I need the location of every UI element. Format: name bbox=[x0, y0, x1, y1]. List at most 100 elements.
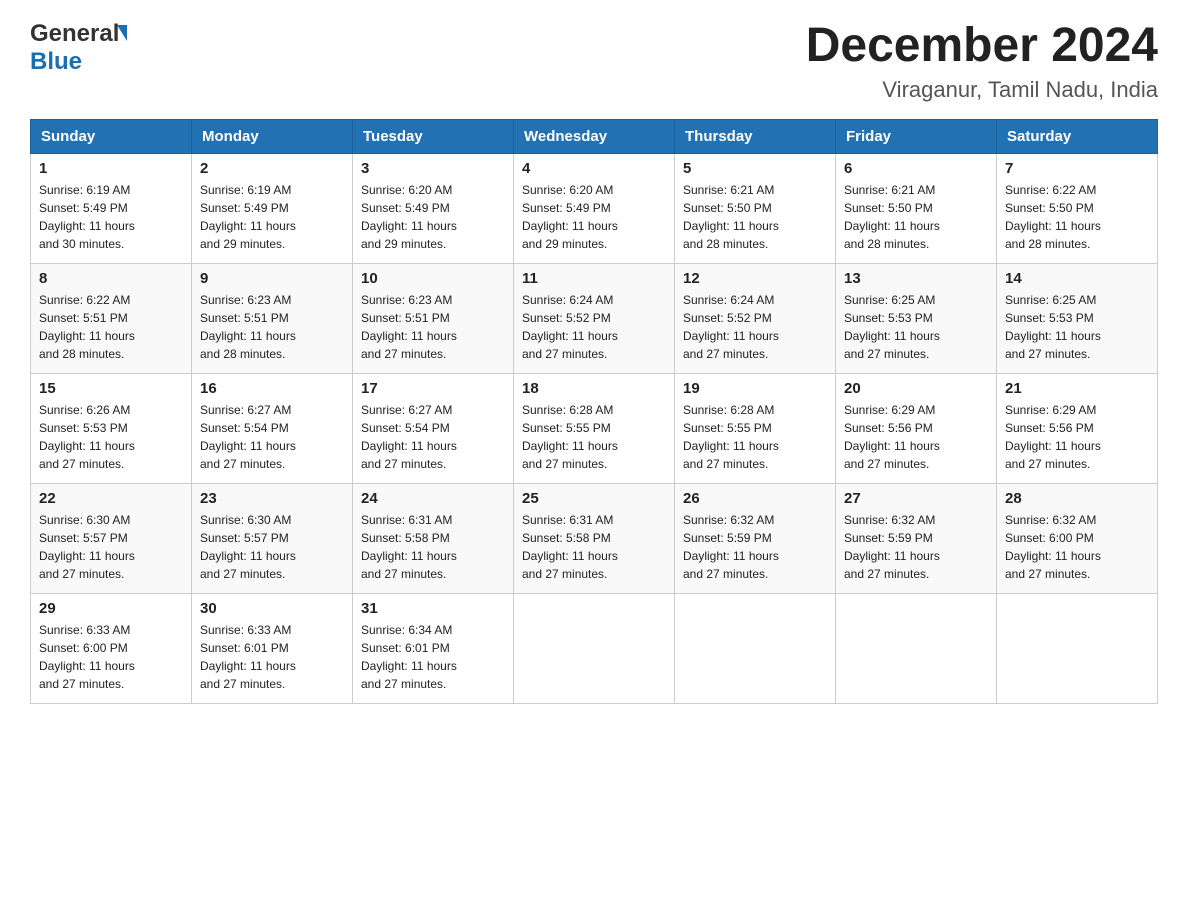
calendar-cell: 17 Sunrise: 6:27 AM Sunset: 5:54 PM Dayli… bbox=[353, 373, 514, 483]
day-number: 3 bbox=[361, 160, 505, 177]
calendar-cell: 29Sunrise: 6:33 AM Sunset: 6:00 PM Dayli… bbox=[31, 593, 192, 703]
day-number: 25 bbox=[522, 490, 666, 507]
day-info: Sunrise: 6:21 AM Sunset: 5:50 PM Dayligh… bbox=[683, 181, 827, 253]
day-info: Sunrise: 6:29 AM Sunset: 5:56 PM Dayligh… bbox=[1005, 401, 1149, 473]
calendar-cell bbox=[675, 593, 836, 703]
logo-arrow-icon bbox=[117, 25, 127, 41]
calendar-cell bbox=[997, 593, 1158, 703]
day-number: 5 bbox=[683, 160, 827, 177]
day-number: 4 bbox=[522, 160, 666, 177]
day-number: 18 bbox=[522, 380, 666, 397]
day-number: 24 bbox=[361, 490, 505, 507]
day-number: 31 bbox=[361, 600, 505, 617]
calendar-week-row: 29Sunrise: 6:33 AM Sunset: 6:00 PM Dayli… bbox=[31, 593, 1158, 703]
day-info: Sunrise: 6:19 AM Sunset: 5:49 PM Dayligh… bbox=[39, 181, 183, 253]
day-info: Sunrise: 6:24 AM Sunset: 5:52 PM Dayligh… bbox=[522, 291, 666, 363]
day-number: 9 bbox=[200, 270, 344, 287]
logo-general-text: General bbox=[30, 20, 119, 48]
weekday-header-saturday: Saturday bbox=[997, 119, 1158, 153]
calendar-cell bbox=[836, 593, 997, 703]
calendar-cell: 26 Sunrise: 6:32 AM Sunset: 5:59 PM Dayli… bbox=[675, 483, 836, 593]
calendar-cell: 3Sunrise: 6:20 AM Sunset: 5:49 PM Daylig… bbox=[353, 153, 514, 263]
calendar-week-row: 8 Sunrise: 6:22 AM Sunset: 5:51 PM Daylig… bbox=[31, 263, 1158, 373]
day-info: Sunrise: 6:34 AM Sunset: 6:01 PM Dayligh… bbox=[361, 621, 505, 693]
page-header: General Blue December 2024 Viraganur, Ta… bbox=[30, 20, 1158, 103]
day-number: 6 bbox=[844, 160, 988, 177]
day-info: Sunrise: 6:32 AM Sunset: 5:59 PM Dayligh… bbox=[683, 511, 827, 583]
day-number: 19 bbox=[683, 380, 827, 397]
day-info: Sunrise: 6:32 AM Sunset: 6:00 PM Dayligh… bbox=[1005, 511, 1149, 583]
calendar-table: SundayMondayTuesdayWednesdayThursdayFrid… bbox=[30, 119, 1158, 704]
day-info: Sunrise: 6:22 AM Sunset: 5:50 PM Dayligh… bbox=[1005, 181, 1149, 253]
weekday-header-tuesday: Tuesday bbox=[353, 119, 514, 153]
calendar-cell: 15Sunrise: 6:26 AM Sunset: 5:53 PM Dayli… bbox=[31, 373, 192, 483]
weekday-header-wednesday: Wednesday bbox=[514, 119, 675, 153]
day-number: 30 bbox=[200, 600, 344, 617]
calendar-cell: 16 Sunrise: 6:27 AM Sunset: 5:54 PM Dayli… bbox=[192, 373, 353, 483]
calendar-cell: 4 Sunrise: 6:20 AM Sunset: 5:49 PM Daylig… bbox=[514, 153, 675, 263]
calendar-cell: 13 Sunrise: 6:25 AM Sunset: 5:53 PM Dayli… bbox=[836, 263, 997, 373]
day-info: Sunrise: 6:22 AM Sunset: 5:51 PM Dayligh… bbox=[39, 291, 183, 363]
calendar-cell: 14 Sunrise: 6:25 AM Sunset: 5:53 PM Dayli… bbox=[997, 263, 1158, 373]
calendar-cell: 27 Sunrise: 6:32 AM Sunset: 5:59 PM Dayli… bbox=[836, 483, 997, 593]
calendar-cell: 30 Sunrise: 6:33 AM Sunset: 6:01 PM Dayli… bbox=[192, 593, 353, 703]
logo: General Blue bbox=[30, 20, 127, 76]
day-number: 7 bbox=[1005, 160, 1149, 177]
day-info: Sunrise: 6:26 AM Sunset: 5:53 PM Dayligh… bbox=[39, 401, 183, 473]
weekday-header-row: SundayMondayTuesdayWednesdayThursdayFrid… bbox=[31, 119, 1158, 153]
calendar-cell: 11 Sunrise: 6:24 AM Sunset: 5:52 PM Dayli… bbox=[514, 263, 675, 373]
calendar-cell: 18 Sunrise: 6:28 AM Sunset: 5:55 PM Dayli… bbox=[514, 373, 675, 483]
day-info: Sunrise: 6:24 AM Sunset: 5:52 PM Dayligh… bbox=[683, 291, 827, 363]
day-info: Sunrise: 6:21 AM Sunset: 5:50 PM Dayligh… bbox=[844, 181, 988, 253]
day-info: Sunrise: 6:31 AM Sunset: 5:58 PM Dayligh… bbox=[522, 511, 666, 583]
day-info: Sunrise: 6:33 AM Sunset: 6:01 PM Dayligh… bbox=[200, 621, 344, 693]
day-number: 8 bbox=[39, 270, 183, 287]
day-info: Sunrise: 6:27 AM Sunset: 5:54 PM Dayligh… bbox=[200, 401, 344, 473]
calendar-cell: 24 Sunrise: 6:31 AM Sunset: 5:58 PM Dayli… bbox=[353, 483, 514, 593]
calendar-week-row: 1Sunrise: 6:19 AM Sunset: 5:49 PM Daylig… bbox=[31, 153, 1158, 263]
calendar-cell: 20 Sunrise: 6:29 AM Sunset: 5:56 PM Dayli… bbox=[836, 373, 997, 483]
calendar-cell: 9Sunrise: 6:23 AM Sunset: 5:51 PM Daylig… bbox=[192, 263, 353, 373]
day-info: Sunrise: 6:30 AM Sunset: 5:57 PM Dayligh… bbox=[39, 511, 183, 583]
day-info: Sunrise: 6:31 AM Sunset: 5:58 PM Dayligh… bbox=[361, 511, 505, 583]
calendar-cell bbox=[514, 593, 675, 703]
day-number: 22 bbox=[39, 490, 183, 507]
calendar-cell: 2 Sunrise: 6:19 AM Sunset: 5:49 PM Daylig… bbox=[192, 153, 353, 263]
day-info: Sunrise: 6:29 AM Sunset: 5:56 PM Dayligh… bbox=[844, 401, 988, 473]
day-info: Sunrise: 6:33 AM Sunset: 6:00 PM Dayligh… bbox=[39, 621, 183, 693]
day-number: 16 bbox=[200, 380, 344, 397]
day-number: 11 bbox=[522, 270, 666, 287]
calendar-week-row: 15Sunrise: 6:26 AM Sunset: 5:53 PM Dayli… bbox=[31, 373, 1158, 483]
day-info: Sunrise: 6:19 AM Sunset: 5:49 PM Dayligh… bbox=[200, 181, 344, 253]
day-number: 21 bbox=[1005, 380, 1149, 397]
day-info: Sunrise: 6:27 AM Sunset: 5:54 PM Dayligh… bbox=[361, 401, 505, 473]
calendar-cell: 23 Sunrise: 6:30 AM Sunset: 5:57 PM Dayli… bbox=[192, 483, 353, 593]
day-info: Sunrise: 6:30 AM Sunset: 5:57 PM Dayligh… bbox=[200, 511, 344, 583]
title-block: December 2024 Viraganur, Tamil Nadu, Ind… bbox=[806, 20, 1158, 103]
day-number: 2 bbox=[200, 160, 344, 177]
day-info: Sunrise: 6:25 AM Sunset: 5:53 PM Dayligh… bbox=[1005, 291, 1149, 363]
weekday-header-monday: Monday bbox=[192, 119, 353, 153]
calendar-cell: 12 Sunrise: 6:24 AM Sunset: 5:52 PM Dayli… bbox=[675, 263, 836, 373]
day-info: Sunrise: 6:25 AM Sunset: 5:53 PM Dayligh… bbox=[844, 291, 988, 363]
day-info: Sunrise: 6:32 AM Sunset: 5:59 PM Dayligh… bbox=[844, 511, 988, 583]
day-info: Sunrise: 6:20 AM Sunset: 5:49 PM Dayligh… bbox=[522, 181, 666, 253]
logo-blue-text: Blue bbox=[30, 48, 82, 76]
weekday-header-friday: Friday bbox=[836, 119, 997, 153]
day-number: 14 bbox=[1005, 270, 1149, 287]
day-number: 20 bbox=[844, 380, 988, 397]
day-number: 17 bbox=[361, 380, 505, 397]
day-number: 23 bbox=[200, 490, 344, 507]
calendar-title: December 2024 bbox=[806, 20, 1158, 73]
day-number: 12 bbox=[683, 270, 827, 287]
day-number: 26 bbox=[683, 490, 827, 507]
calendar-cell: 28 Sunrise: 6:32 AM Sunset: 6:00 PM Dayli… bbox=[997, 483, 1158, 593]
day-info: Sunrise: 6:28 AM Sunset: 5:55 PM Dayligh… bbox=[522, 401, 666, 473]
day-number: 28 bbox=[1005, 490, 1149, 507]
day-number: 27 bbox=[844, 490, 988, 507]
calendar-cell: 21 Sunrise: 6:29 AM Sunset: 5:56 PM Dayli… bbox=[997, 373, 1158, 483]
calendar-cell: 7 Sunrise: 6:22 AM Sunset: 5:50 PM Daylig… bbox=[997, 153, 1158, 263]
day-number: 13 bbox=[844, 270, 988, 287]
day-number: 10 bbox=[361, 270, 505, 287]
day-info: Sunrise: 6:28 AM Sunset: 5:55 PM Dayligh… bbox=[683, 401, 827, 473]
